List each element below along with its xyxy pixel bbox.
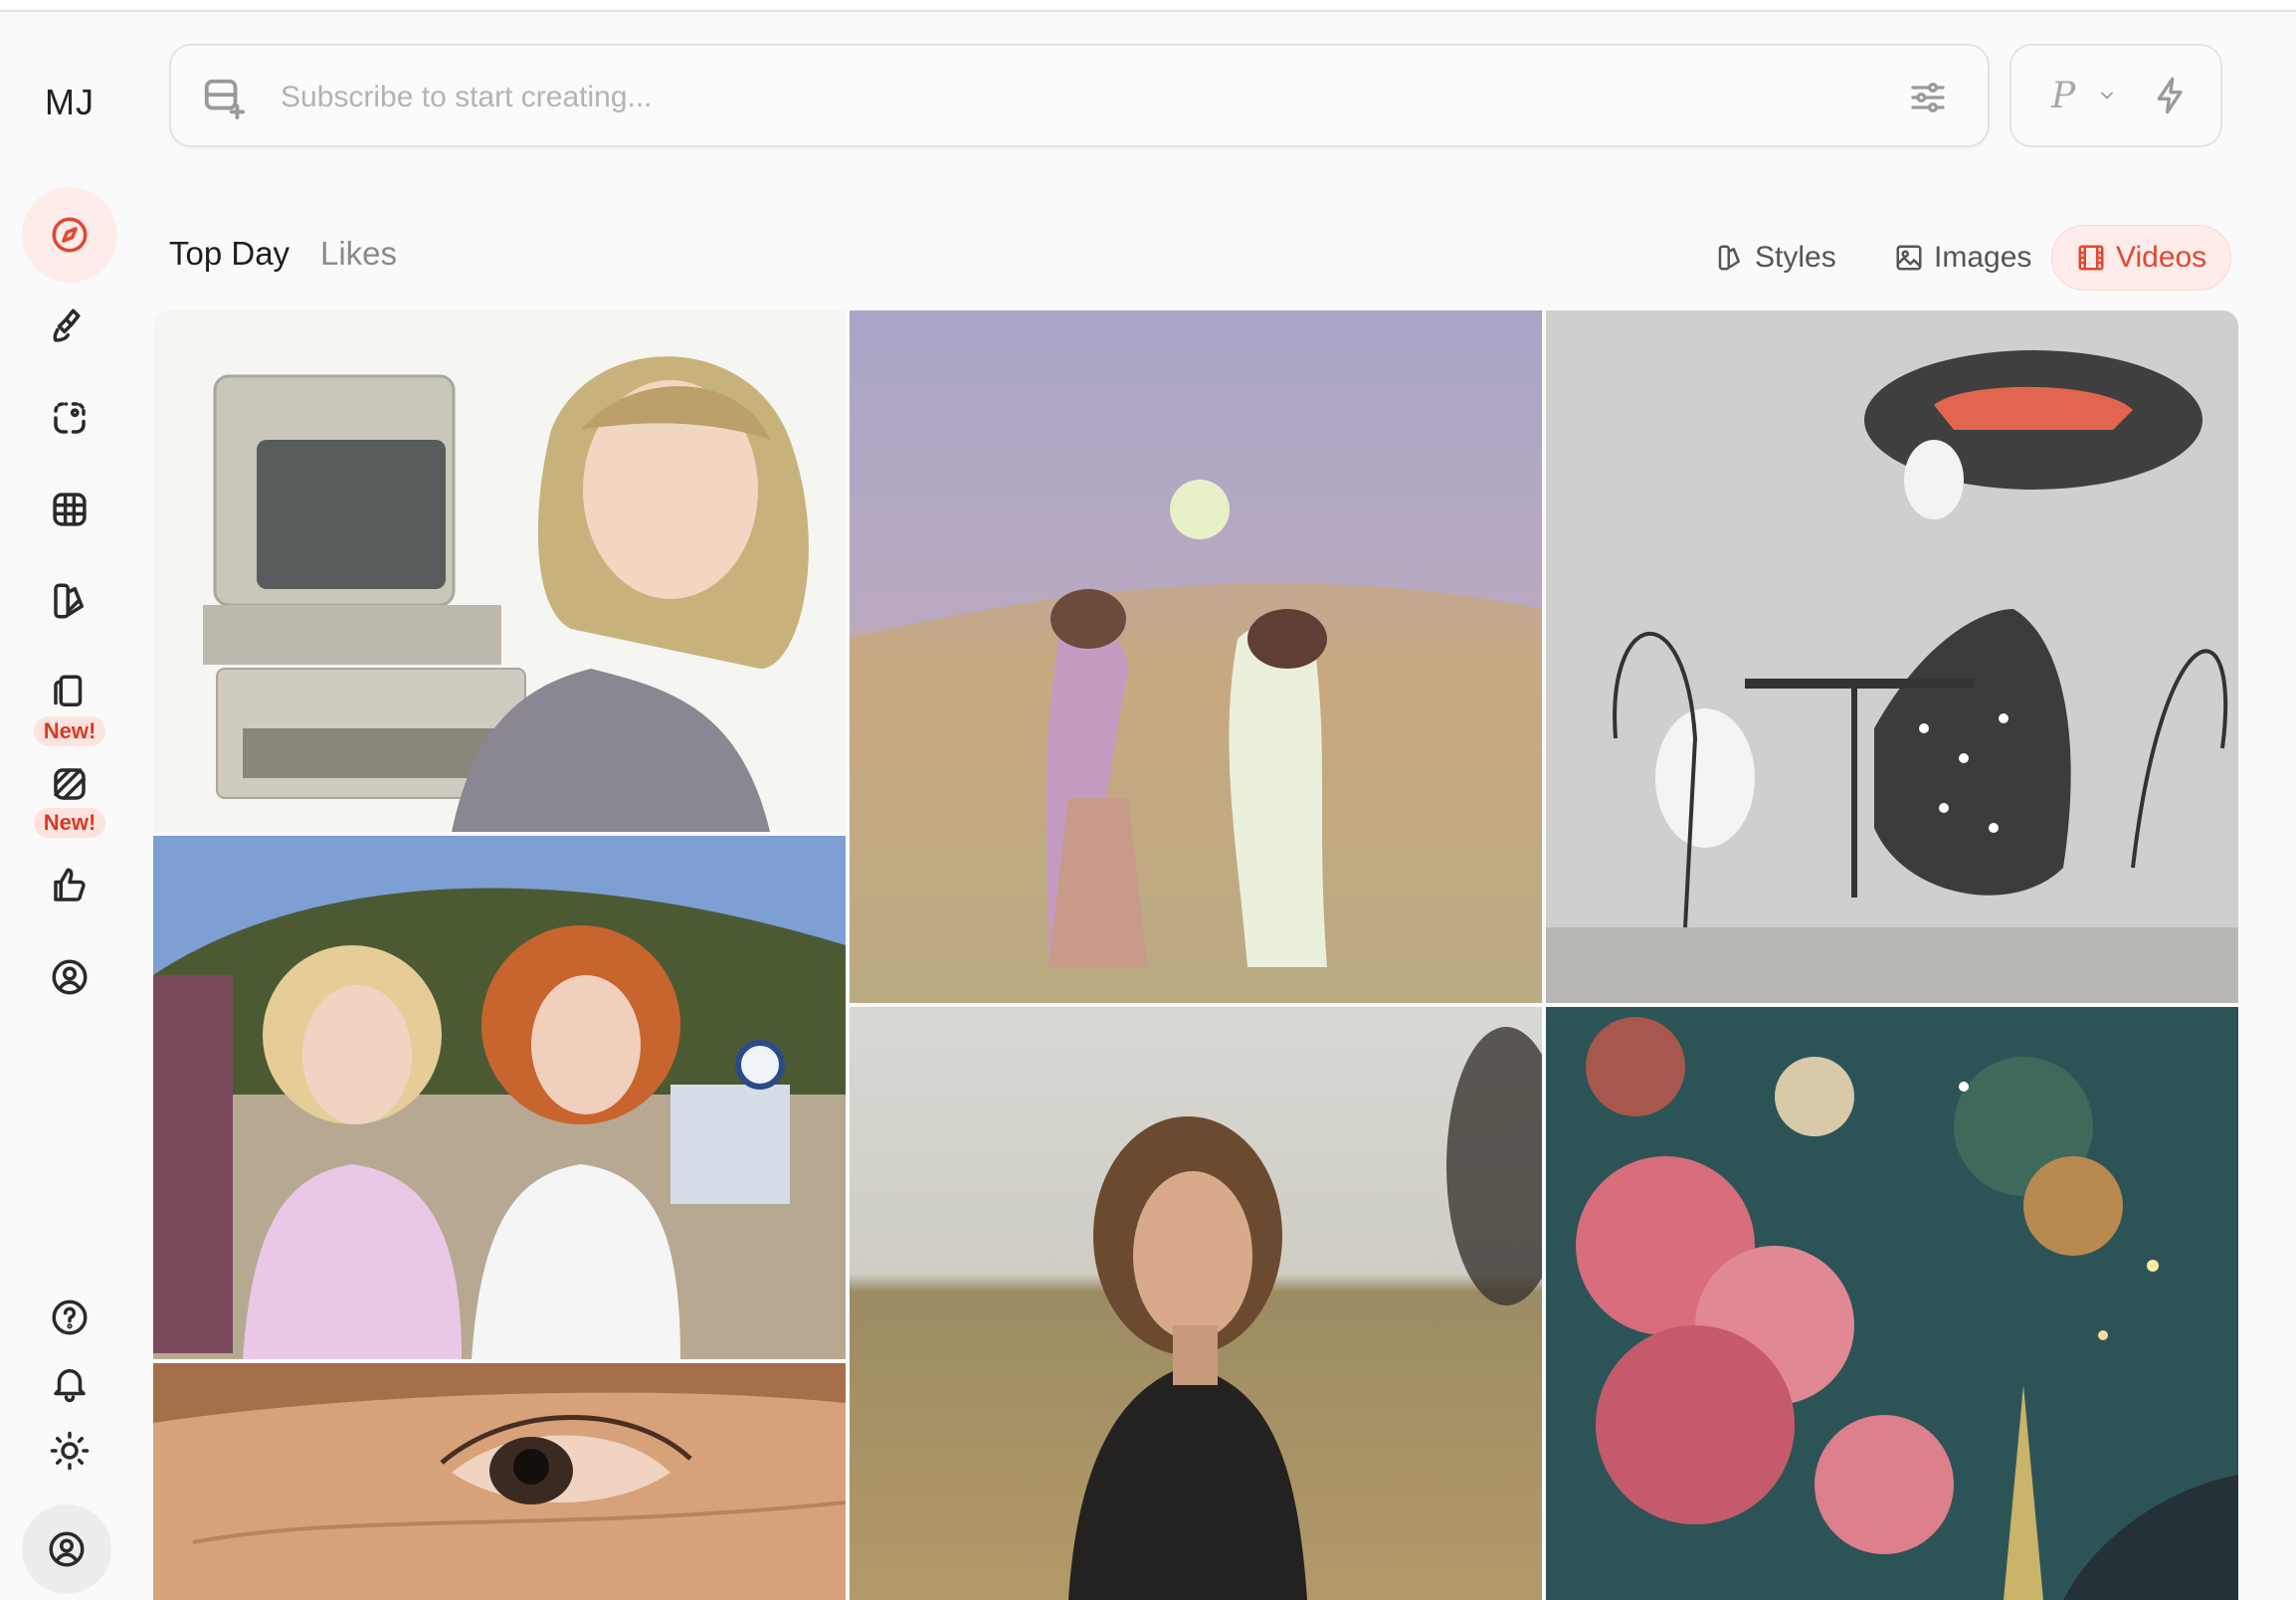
cards-icon — [54, 675, 83, 706]
help-icon — [52, 1300, 88, 1335]
sidebar-item-likes[interactable] — [22, 838, 117, 933]
image-icon — [1896, 245, 1922, 271]
sun-icon — [50, 1431, 90, 1471]
film-icon — [2078, 245, 2104, 271]
prompt-input[interactable] — [279, 74, 1824, 121]
filter-images[interactable]: Images — [1870, 225, 2055, 291]
filter-videos[interactable]: Videos — [2051, 225, 2232, 291]
edit-selection-icon — [54, 402, 86, 434]
gallery-item[interactable] — [850, 1007, 1542, 1600]
add-image-icon[interactable] — [201, 76, 247, 121]
gallery-item[interactable] — [153, 1363, 846, 1600]
app-logo[interactable]: MJ — [0, 82, 139, 123]
new-badge: New! — [34, 808, 105, 838]
sidebar-item-explore[interactable] — [22, 187, 117, 283]
sidebar-item-edit[interactable] — [22, 370, 117, 466]
account-icon — [49, 1531, 85, 1567]
pattern-icon — [54, 768, 86, 800]
settings-sliders-icon[interactable] — [1908, 78, 1948, 117]
brush-icon — [53, 308, 81, 342]
mode-selector[interactable]: P — [2009, 44, 2222, 147]
mode-letter: P — [2051, 76, 2076, 116]
filter-styles-label: Styles — [1755, 241, 1836, 274]
prompt-bar — [169, 44, 1990, 147]
sidebar-item-profile[interactable] — [22, 929, 117, 1025]
filter-images-label: Images — [1934, 241, 2032, 274]
tab-top-day[interactable]: Top Day — [169, 235, 289, 273]
filter-videos-label: Videos — [2116, 241, 2207, 274]
gallery-item[interactable] — [153, 836, 846, 1359]
sidebar-item-organize[interactable] — [22, 462, 117, 557]
bell-icon — [54, 1369, 86, 1403]
chevron-down-icon — [2097, 86, 2117, 105]
theme-toggle[interactable] — [22, 1403, 117, 1499]
sidebar: MJ New! New! — [0, 12, 139, 1600]
gallery-item[interactable] — [850, 310, 1542, 1003]
sidebar-item-create[interactable] — [22, 279, 117, 374]
style-palette-icon — [1718, 245, 1740, 271]
window-top-border — [0, 0, 2296, 12]
gallery-item[interactable] — [1546, 310, 2238, 1003]
profile-icon — [52, 959, 88, 995]
grid-globe-icon — [53, 493, 87, 526]
compass-icon — [52, 217, 88, 253]
thumbs-up-icon — [54, 868, 86, 901]
filter-styles[interactable]: Styles — [1691, 225, 1860, 291]
style-palette-icon — [54, 583, 84, 619]
gallery-item[interactable] — [153, 310, 846, 832]
sidebar-item-styles[interactable] — [22, 553, 117, 649]
gallery-item[interactable] — [1546, 1007, 2238, 1600]
tab-likes[interactable]: Likes — [320, 235, 397, 273]
lightning-icon[interactable] — [2151, 76, 2191, 115]
account-button[interactable] — [22, 1504, 111, 1594]
